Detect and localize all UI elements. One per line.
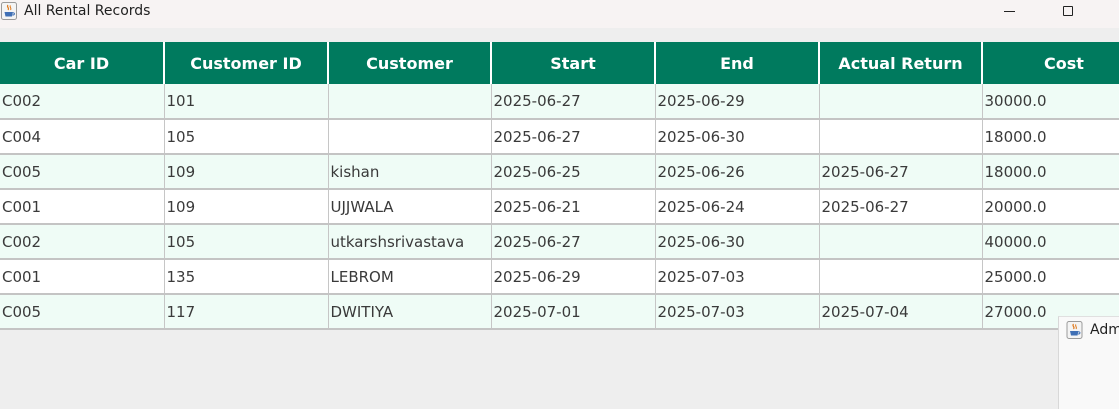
cell-start[interactable]: 2025-06-27 bbox=[491, 119, 656, 155]
column-header-customer-id[interactable]: Customer ID bbox=[164, 42, 329, 84]
column-header-customer[interactable]: Customer bbox=[328, 42, 492, 84]
cell-customer-id[interactable]: 101 bbox=[164, 84, 329, 120]
cell-end[interactable]: 2025-06-30 bbox=[655, 224, 820, 260]
cell-customer-id[interactable]: 109 bbox=[164, 154, 329, 190]
cell-actual-return[interactable] bbox=[819, 84, 983, 120]
column-header-end[interactable]: End bbox=[655, 42, 820, 84]
table-row[interactable]: C002 105 utkarshsrivastava 2025-06-27 2025-0… bbox=[0, 224, 1119, 260]
cell-car-id[interactable]: C005 bbox=[0, 154, 165, 190]
cell-actual-return[interactable]: 2025-06-27 bbox=[819, 154, 983, 190]
cell-customer[interactable]: kishan bbox=[328, 154, 492, 190]
cell-customer-id[interactable]: 105 bbox=[164, 224, 329, 260]
cell-cost[interactable]: 25000.0 bbox=[982, 259, 1119, 295]
cell-car-id[interactable]: C005 bbox=[0, 294, 165, 330]
cell-car-id[interactable]: C004 bbox=[0, 119, 165, 155]
background-admin-window[interactable]: Adm bbox=[1058, 316, 1119, 409]
cell-start[interactable]: 2025-07-01 bbox=[491, 294, 656, 330]
cell-customer[interactable]: UJJWALA bbox=[328, 189, 492, 225]
cell-car-id[interactable]: C002 bbox=[0, 84, 165, 120]
rental-records-table: Car ID Customer ID Customer Start End Ac… bbox=[0, 42, 1119, 330]
cell-customer-id[interactable]: 117 bbox=[164, 294, 329, 330]
cell-end[interactable]: 2025-07-03 bbox=[655, 259, 820, 295]
cell-customer[interactable]: DWITIYA bbox=[328, 294, 492, 330]
cell-start[interactable]: 2025-06-27 bbox=[491, 84, 656, 120]
java-cup-icon bbox=[1, 2, 17, 20]
cell-actual-return[interactable]: 2025-06-27 bbox=[819, 189, 983, 225]
background-window-title: Adm bbox=[1090, 322, 1119, 338]
cell-start[interactable]: 2025-06-27 bbox=[491, 224, 656, 260]
maximize-icon bbox=[1063, 6, 1073, 16]
cell-cost[interactable]: 18000.0 bbox=[982, 154, 1119, 190]
cell-customer-id[interactable]: 105 bbox=[164, 119, 329, 155]
cell-actual-return[interactable] bbox=[819, 224, 983, 260]
cell-car-id[interactable]: C002 bbox=[0, 224, 165, 260]
title-bar[interactable]: All Rental Records bbox=[0, 0, 1119, 28]
cell-cost[interactable]: 20000.0 bbox=[982, 189, 1119, 225]
cell-start[interactable]: 2025-06-25 bbox=[491, 154, 656, 190]
cell-end[interactable]: 2025-06-26 bbox=[655, 154, 820, 190]
table-row[interactable]: C005 117 DWITIYA 2025-07-01 2025-07-03 2025-0… bbox=[0, 294, 1119, 330]
cell-end[interactable]: 2025-06-24 bbox=[655, 189, 820, 225]
cell-customer[interactable] bbox=[328, 84, 492, 120]
cell-customer[interactable]: LEBROM bbox=[328, 259, 492, 295]
cell-car-id[interactable]: C001 bbox=[0, 259, 165, 295]
cell-end[interactable]: 2025-06-30 bbox=[655, 119, 820, 155]
column-header-cost[interactable]: Cost bbox=[982, 42, 1119, 84]
table-row[interactable]: C001 135 LEBROM 2025-06-29 2025-07-03 25000.0 bbox=[0, 259, 1119, 295]
table-row[interactable]: C004 105 2025-06-27 2025-06-30 18000.0 bbox=[0, 119, 1119, 155]
cell-customer-id[interactable]: 135 bbox=[164, 259, 329, 295]
java-cup-icon bbox=[1066, 321, 1083, 339]
cell-customer[interactable] bbox=[328, 119, 492, 155]
minimize-icon bbox=[1003, 10, 1015, 12]
cell-customer-id[interactable]: 109 bbox=[164, 189, 329, 225]
table-row[interactable]: C002 101 2025-06-27 2025-06-29 30000.0 bbox=[0, 84, 1119, 120]
cell-cost[interactable]: 30000.0 bbox=[982, 84, 1119, 120]
rental-records-table-area[interactable]: Car ID Customer ID Customer Start End Ac… bbox=[0, 42, 1119, 331]
cell-cost[interactable]: 40000.0 bbox=[982, 224, 1119, 260]
table-header-row: Car ID Customer ID Customer Start End Ac… bbox=[0, 42, 1119, 84]
cell-actual-return[interactable] bbox=[819, 259, 983, 295]
table-row[interactable]: C005 109 kishan 2025-06-25 2025-06-26 2025-06… bbox=[0, 154, 1119, 190]
cell-end[interactable]: 2025-06-29 bbox=[655, 84, 820, 120]
cell-end[interactable]: 2025-07-03 bbox=[655, 294, 820, 330]
column-header-car-id[interactable]: Car ID bbox=[0, 42, 165, 84]
cell-customer[interactable]: utkarshsrivastava bbox=[328, 224, 492, 260]
cell-car-id[interactable]: C001 bbox=[0, 189, 165, 225]
maximize-button[interactable] bbox=[1045, 0, 1091, 28]
table-row[interactable]: C001 109 UJJWALA 2025-06-21 2025-06-24 2025-0… bbox=[0, 189, 1119, 225]
minimize-button[interactable] bbox=[986, 0, 1032, 28]
cell-actual-return[interactable] bbox=[819, 119, 983, 155]
column-header-start[interactable]: Start bbox=[491, 42, 656, 84]
cell-start[interactable]: 2025-06-21 bbox=[491, 189, 656, 225]
window-title: All Rental Records bbox=[24, 3, 151, 19]
column-header-actual-return[interactable]: Actual Return bbox=[819, 42, 983, 84]
cell-actual-return[interactable]: 2025-07-04 bbox=[819, 294, 983, 330]
cell-cost[interactable]: 18000.0 bbox=[982, 119, 1119, 155]
cell-start[interactable]: 2025-06-29 bbox=[491, 259, 656, 295]
